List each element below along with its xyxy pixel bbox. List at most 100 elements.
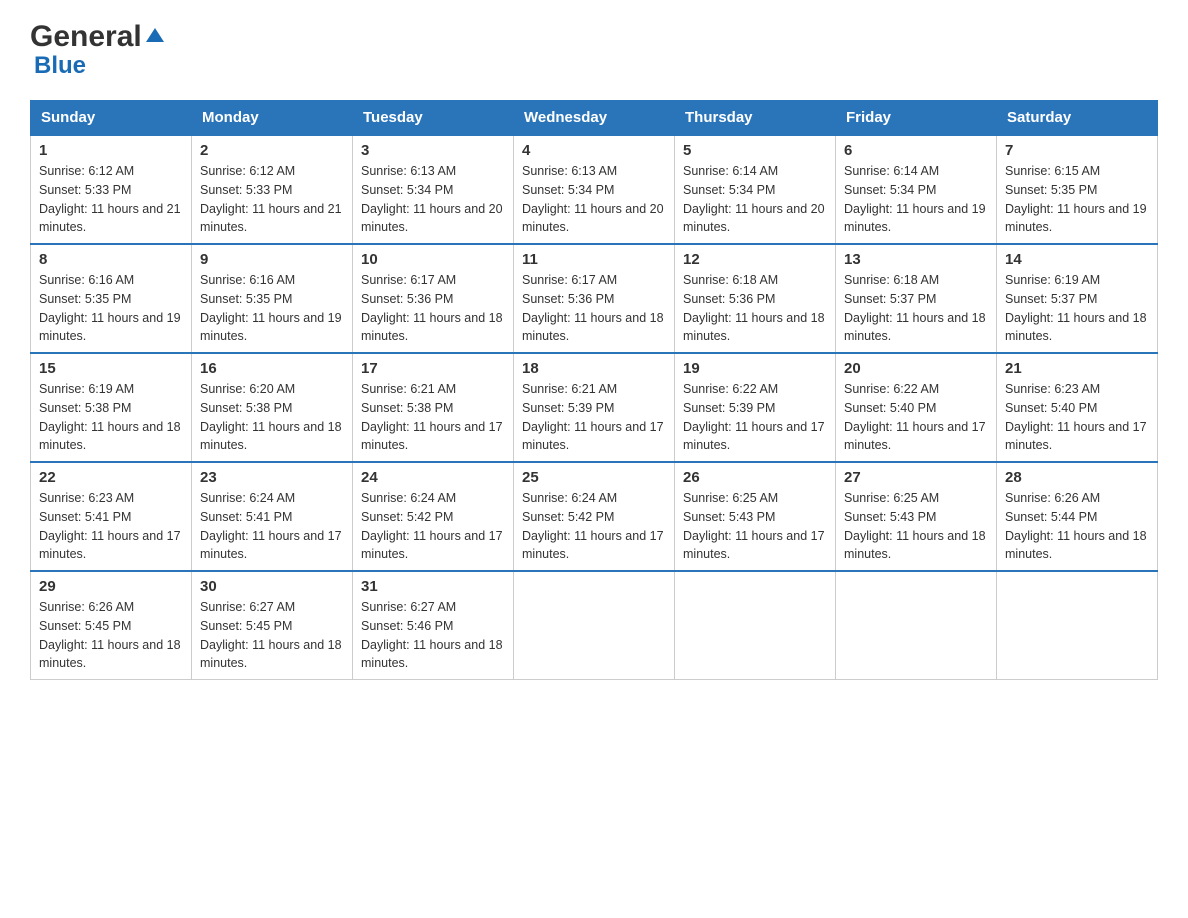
day-info: Sunrise: 6:27 AMSunset: 5:45 PMDaylight:… bbox=[200, 600, 342, 670]
day-info: Sunrise: 6:21 AMSunset: 5:38 PMDaylight:… bbox=[361, 382, 503, 452]
day-info: Sunrise: 6:19 AMSunset: 5:38 PMDaylight:… bbox=[39, 382, 181, 452]
day-info: Sunrise: 6:24 AMSunset: 5:42 PMDaylight:… bbox=[361, 491, 503, 561]
day-info: Sunrise: 6:16 AMSunset: 5:35 PMDaylight:… bbox=[39, 273, 181, 343]
day-number: 26 bbox=[683, 469, 827, 486]
calendar-day-cell: 25 Sunrise: 6:24 AMSunset: 5:42 PMDaylig… bbox=[514, 462, 675, 571]
day-number: 9 bbox=[200, 251, 344, 268]
day-number: 8 bbox=[39, 251, 183, 268]
calendar-header-row: SundayMondayTuesdayWednesdayThursdayFrid… bbox=[31, 101, 1158, 136]
day-info: Sunrise: 6:18 AMSunset: 5:36 PMDaylight:… bbox=[683, 273, 825, 343]
day-info: Sunrise: 6:17 AMSunset: 5:36 PMDaylight:… bbox=[361, 273, 503, 343]
day-info: Sunrise: 6:14 AMSunset: 5:34 PMDaylight:… bbox=[683, 164, 825, 234]
calendar-day-header: Friday bbox=[836, 101, 997, 136]
day-info: Sunrise: 6:12 AMSunset: 5:33 PMDaylight:… bbox=[39, 164, 181, 234]
calendar-day-header: Sunday bbox=[31, 101, 192, 136]
calendar-day-cell: 20 Sunrise: 6:22 AMSunset: 5:40 PMDaylig… bbox=[836, 353, 997, 462]
day-info: Sunrise: 6:19 AMSunset: 5:37 PMDaylight:… bbox=[1005, 273, 1147, 343]
calendar-day-cell: 30 Sunrise: 6:27 AMSunset: 5:45 PMDaylig… bbox=[192, 571, 353, 680]
calendar-day-cell: 7 Sunrise: 6:15 AMSunset: 5:35 PMDayligh… bbox=[997, 135, 1158, 244]
calendar-day-cell: 11 Sunrise: 6:17 AMSunset: 5:36 PMDaylig… bbox=[514, 244, 675, 353]
day-number: 16 bbox=[200, 360, 344, 377]
day-info: Sunrise: 6:22 AMSunset: 5:39 PMDaylight:… bbox=[683, 382, 825, 452]
day-number: 24 bbox=[361, 469, 505, 486]
day-number: 12 bbox=[683, 251, 827, 268]
calendar-day-cell: 9 Sunrise: 6:16 AMSunset: 5:35 PMDayligh… bbox=[192, 244, 353, 353]
calendar-day-cell: 21 Sunrise: 6:23 AMSunset: 5:40 PMDaylig… bbox=[997, 353, 1158, 462]
day-info: Sunrise: 6:22 AMSunset: 5:40 PMDaylight:… bbox=[844, 382, 986, 452]
day-number: 31 bbox=[361, 578, 505, 595]
calendar-day-cell: 22 Sunrise: 6:23 AMSunset: 5:41 PMDaylig… bbox=[31, 462, 192, 571]
day-number: 20 bbox=[844, 360, 988, 377]
page-header: General Blue bbox=[30, 20, 1158, 80]
day-info: Sunrise: 6:16 AMSunset: 5:35 PMDaylight:… bbox=[200, 273, 342, 343]
calendar-week-row: 8 Sunrise: 6:16 AMSunset: 5:35 PMDayligh… bbox=[31, 244, 1158, 353]
calendar-day-cell bbox=[675, 571, 836, 680]
day-number: 18 bbox=[522, 360, 666, 377]
day-number: 15 bbox=[39, 360, 183, 377]
calendar-day-header: Tuesday bbox=[353, 101, 514, 136]
calendar-day-cell: 15 Sunrise: 6:19 AMSunset: 5:38 PMDaylig… bbox=[31, 353, 192, 462]
day-number: 13 bbox=[844, 251, 988, 268]
calendar-day-cell: 3 Sunrise: 6:13 AMSunset: 5:34 PMDayligh… bbox=[353, 135, 514, 244]
calendar-day-cell: 6 Sunrise: 6:14 AMSunset: 5:34 PMDayligh… bbox=[836, 135, 997, 244]
calendar-day-cell: 17 Sunrise: 6:21 AMSunset: 5:38 PMDaylig… bbox=[353, 353, 514, 462]
day-number: 4 bbox=[522, 142, 666, 159]
calendar-day-cell: 27 Sunrise: 6:25 AMSunset: 5:43 PMDaylig… bbox=[836, 462, 997, 571]
day-info: Sunrise: 6:20 AMSunset: 5:38 PMDaylight:… bbox=[200, 382, 342, 452]
day-info: Sunrise: 6:17 AMSunset: 5:36 PMDaylight:… bbox=[522, 273, 664, 343]
day-info: Sunrise: 6:12 AMSunset: 5:33 PMDaylight:… bbox=[200, 164, 342, 234]
day-info: Sunrise: 6:24 AMSunset: 5:42 PMDaylight:… bbox=[522, 491, 664, 561]
calendar-day-cell: 1 Sunrise: 6:12 AMSunset: 5:33 PMDayligh… bbox=[31, 135, 192, 244]
day-number: 27 bbox=[844, 469, 988, 486]
day-number: 14 bbox=[1005, 251, 1149, 268]
day-number: 23 bbox=[200, 469, 344, 486]
calendar-day-cell: 4 Sunrise: 6:13 AMSunset: 5:34 PMDayligh… bbox=[514, 135, 675, 244]
calendar-day-cell: 8 Sunrise: 6:16 AMSunset: 5:35 PMDayligh… bbox=[31, 244, 192, 353]
day-info: Sunrise: 6:25 AMSunset: 5:43 PMDaylight:… bbox=[844, 491, 986, 561]
calendar-day-header: Wednesday bbox=[514, 101, 675, 136]
calendar-day-cell: 29 Sunrise: 6:26 AMSunset: 5:45 PMDaylig… bbox=[31, 571, 192, 680]
day-info: Sunrise: 6:21 AMSunset: 5:39 PMDaylight:… bbox=[522, 382, 664, 452]
day-info: Sunrise: 6:14 AMSunset: 5:34 PMDaylight:… bbox=[844, 164, 986, 234]
calendar-day-cell: 14 Sunrise: 6:19 AMSunset: 5:37 PMDaylig… bbox=[997, 244, 1158, 353]
day-number: 5 bbox=[683, 142, 827, 159]
day-info: Sunrise: 6:25 AMSunset: 5:43 PMDaylight:… bbox=[683, 491, 825, 561]
day-info: Sunrise: 6:13 AMSunset: 5:34 PMDaylight:… bbox=[361, 164, 503, 234]
day-number: 3 bbox=[361, 142, 505, 159]
calendar-day-cell: 13 Sunrise: 6:18 AMSunset: 5:37 PMDaylig… bbox=[836, 244, 997, 353]
calendar-day-cell bbox=[514, 571, 675, 680]
logo: General Blue bbox=[30, 20, 166, 80]
day-number: 6 bbox=[844, 142, 988, 159]
calendar-day-cell: 18 Sunrise: 6:21 AMSunset: 5:39 PMDaylig… bbox=[514, 353, 675, 462]
day-info: Sunrise: 6:26 AMSunset: 5:44 PMDaylight:… bbox=[1005, 491, 1147, 561]
day-number: 21 bbox=[1005, 360, 1149, 377]
calendar-day-cell bbox=[836, 571, 997, 680]
logo-general: General bbox=[30, 20, 142, 54]
day-info: Sunrise: 6:24 AMSunset: 5:41 PMDaylight:… bbox=[200, 491, 342, 561]
day-number: 25 bbox=[522, 469, 666, 486]
calendar-day-cell bbox=[997, 571, 1158, 680]
calendar-week-row: 29 Sunrise: 6:26 AMSunset: 5:45 PMDaylig… bbox=[31, 571, 1158, 680]
calendar-day-cell: 23 Sunrise: 6:24 AMSunset: 5:41 PMDaylig… bbox=[192, 462, 353, 571]
day-info: Sunrise: 6:23 AMSunset: 5:40 PMDaylight:… bbox=[1005, 382, 1147, 452]
day-number: 1 bbox=[39, 142, 183, 159]
day-info: Sunrise: 6:13 AMSunset: 5:34 PMDaylight:… bbox=[522, 164, 664, 234]
calendar-day-cell: 24 Sunrise: 6:24 AMSunset: 5:42 PMDaylig… bbox=[353, 462, 514, 571]
calendar-day-cell: 19 Sunrise: 6:22 AMSunset: 5:39 PMDaylig… bbox=[675, 353, 836, 462]
calendar-week-row: 15 Sunrise: 6:19 AMSunset: 5:38 PMDaylig… bbox=[31, 353, 1158, 462]
day-number: 28 bbox=[1005, 469, 1149, 486]
calendar-day-cell: 2 Sunrise: 6:12 AMSunset: 5:33 PMDayligh… bbox=[192, 135, 353, 244]
day-number: 17 bbox=[361, 360, 505, 377]
day-number: 11 bbox=[522, 251, 666, 268]
calendar-day-cell: 12 Sunrise: 6:18 AMSunset: 5:36 PMDaylig… bbox=[675, 244, 836, 353]
calendar-day-cell: 5 Sunrise: 6:14 AMSunset: 5:34 PMDayligh… bbox=[675, 135, 836, 244]
day-number: 7 bbox=[1005, 142, 1149, 159]
day-info: Sunrise: 6:27 AMSunset: 5:46 PMDaylight:… bbox=[361, 600, 503, 670]
calendar-day-cell: 31 Sunrise: 6:27 AMSunset: 5:46 PMDaylig… bbox=[353, 571, 514, 680]
day-number: 29 bbox=[39, 578, 183, 595]
day-info: Sunrise: 6:18 AMSunset: 5:37 PMDaylight:… bbox=[844, 273, 986, 343]
day-number: 30 bbox=[200, 578, 344, 595]
day-number: 2 bbox=[200, 142, 344, 159]
calendar-day-header: Monday bbox=[192, 101, 353, 136]
calendar-day-header: Saturday bbox=[997, 101, 1158, 136]
